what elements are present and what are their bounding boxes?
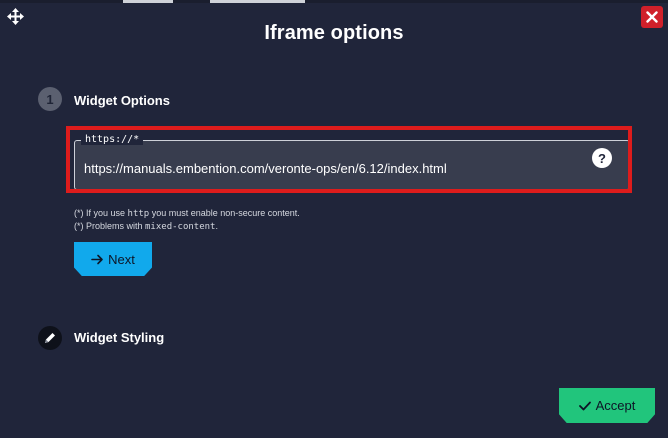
next-button[interactable]: Next <box>74 242 152 276</box>
next-button-label: Next <box>108 251 135 267</box>
step-1-badge: 1 <box>38 87 62 111</box>
check-icon <box>578 401 591 410</box>
note-http-code: http <box>127 209 150 219</box>
widget-styling-title: Widget Styling <box>74 330 165 345</box>
url-field-highlight <box>66 126 632 193</box>
pen-icon <box>38 326 62 350</box>
dialog-title: Iframe options <box>264 22 404 44</box>
widget-options-title: Widget Options <box>74 93 170 108</box>
arrow-right-icon <box>91 254 103 264</box>
note-mixed-content-code: mixed-content <box>145 222 216 232</box>
accept-button-label: Accept <box>595 398 636 413</box>
note-mixed-content: (*) Problems with mixed-content. <box>74 221 218 232</box>
note-http: (*) If you use http you must enable non-… <box>74 208 300 219</box>
accept-button[interactable]: Accept <box>559 388 655 423</box>
